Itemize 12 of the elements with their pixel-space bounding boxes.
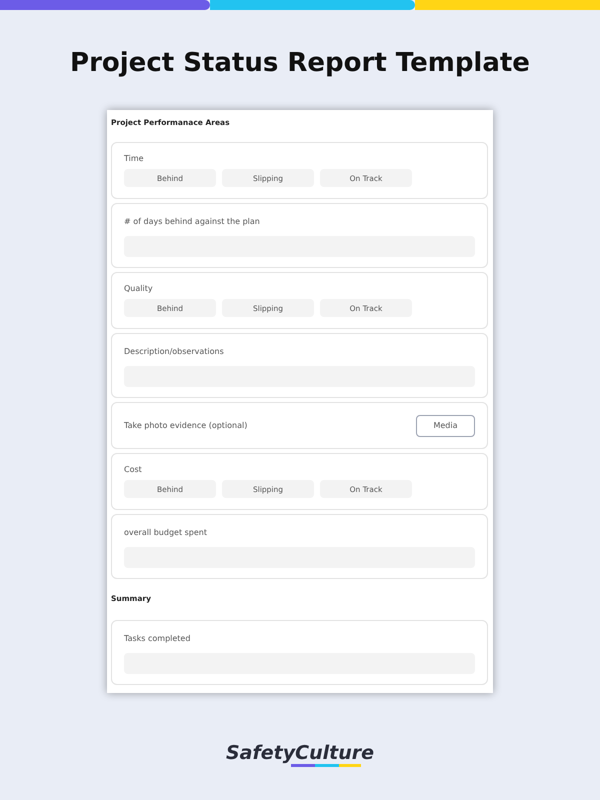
field-label: Time (124, 153, 145, 166)
field-label: Tasks completed (124, 632, 192, 644)
field-label: # of days behind against the plan (124, 216, 261, 228)
field-label: Quality (124, 283, 154, 296)
field-label: Take photo evidence (optional) (124, 420, 248, 432)
logo-underline-icon (290, 764, 361, 767)
brand-logo: SafetyCulture (226, 744, 374, 763)
field-label: overall budget spent (124, 527, 208, 540)
media-button[interactable]: Media (416, 414, 475, 437)
field-label: Cost (124, 464, 143, 476)
page-title: Project Status Report Template (70, 50, 530, 76)
field-label: Description/observations (124, 346, 225, 358)
